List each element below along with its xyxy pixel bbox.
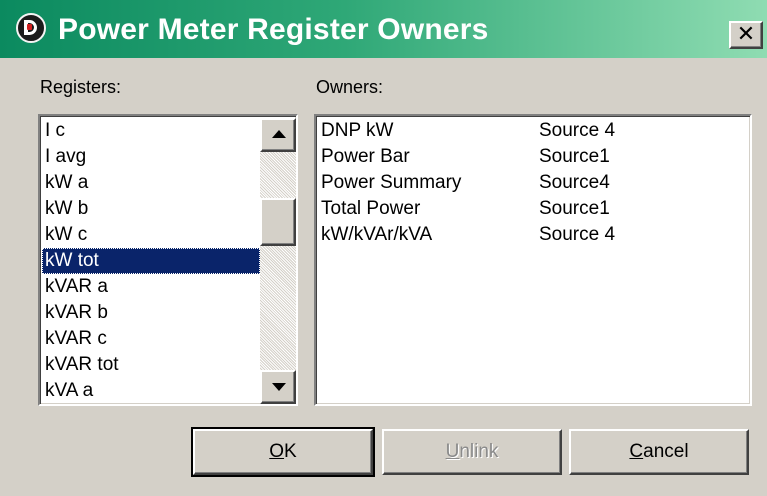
registers-label: Registers:	[40, 77, 122, 97]
registers-list: I c I avg kW a kW b kW c kW tot kVAR a k…	[42, 118, 260, 404]
window-title: Power Meter Register Owners	[58, 13, 489, 46]
app-logo-icon[interactable]	[16, 13, 46, 43]
register-item[interactable]: kVA a	[42, 378, 260, 404]
cancel-mnemonic: C	[629, 441, 644, 462]
close-button[interactable]: ✕	[729, 21, 763, 49]
unlink-button[interactable]: Unlink	[382, 429, 562, 475]
scrollbar-thumb[interactable]	[260, 198, 296, 246]
register-item[interactable]: kVAR tot	[42, 352, 260, 378]
unlink-label-rest: nlink	[459, 441, 499, 462]
owner-row[interactable]: Total Power Source1	[321, 196, 741, 222]
ok-button[interactable]: OK	[191, 427, 375, 477]
register-item[interactable]: kW b	[42, 196, 260, 222]
scroll-down-button[interactable]	[260, 370, 296, 404]
owner-source: Source4	[539, 172, 610, 193]
owner-row[interactable]: Power Summary Source4	[321, 170, 741, 196]
register-item[interactable]: kW a	[42, 170, 260, 196]
register-item[interactable]: kVAR c	[42, 326, 260, 352]
close-icon: ✕	[736, 21, 756, 46]
owners-label: Owners:	[316, 77, 384, 97]
owner-source: Source1	[539, 198, 610, 219]
owner-source: Source 4	[539, 120, 616, 141]
scroll-up-button[interactable]	[260, 118, 296, 152]
register-item[interactable]: kW c	[42, 222, 260, 248]
unlink-mnemonic: U	[445, 441, 460, 462]
arrow-up-icon	[272, 130, 286, 138]
owner-row[interactable]: kW/kVAr/kVA Source 4	[321, 222, 741, 248]
ok-mnemonic: O	[269, 441, 285, 462]
owner-name: Total Power	[321, 198, 421, 219]
owner-name: kW/kVAr/kVA	[321, 224, 433, 245]
owner-source: Source1	[539, 146, 610, 167]
owner-row[interactable]: Power Bar Source1	[321, 144, 741, 170]
cancel-button[interactable]: Cancel	[569, 429, 749, 475]
title-bar[interactable]: Power Meter Register Owners ✕	[0, 0, 767, 58]
register-item-selected[interactable]: kW tot	[42, 248, 260, 274]
registers-listbox[interactable]: I c I avg kW a kW b kW c kW tot kVAR a k…	[38, 114, 298, 406]
register-item[interactable]: I c	[42, 118, 260, 144]
owner-name: Power Summary	[321, 172, 462, 193]
owner-source: Source 4	[539, 224, 616, 245]
register-item[interactable]: I avg	[42, 144, 260, 170]
cancel-label-rest: ancel	[643, 441, 689, 462]
owner-row[interactable]: DNP kW Source 4	[321, 118, 741, 144]
register-item[interactable]: kVAR a	[42, 274, 260, 300]
owner-name: DNP kW	[321, 120, 394, 141]
dialog-window: Power Meter Register Owners ✕ Registers:…	[0, 0, 767, 496]
arrow-down-icon	[272, 383, 286, 391]
owners-listbox[interactable]: DNP kW Source 4 Power Bar Source1 Power …	[314, 114, 752, 406]
registers-scrollbar[interactable]	[260, 118, 296, 404]
register-item[interactable]: kVAR b	[42, 300, 260, 326]
ok-label-rest: K	[284, 441, 297, 462]
owner-name: Power Bar	[321, 146, 410, 167]
